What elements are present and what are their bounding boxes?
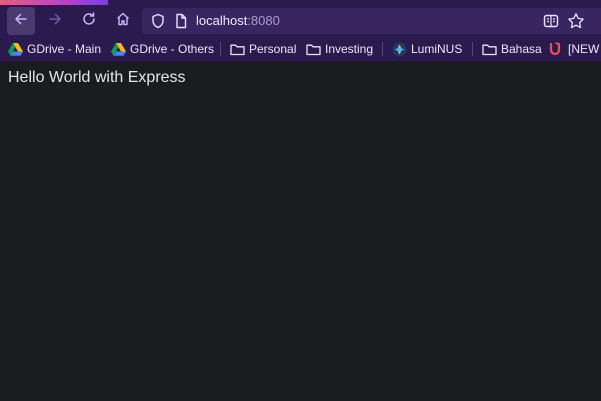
folder-icon [306, 43, 321, 56]
url-text[interactable]: localhost:8080 [196, 13, 280, 29]
forward-button[interactable] [41, 7, 69, 35]
bookmark-separator [382, 42, 383, 56]
bookmarks-bar: GDrive - Main GDrive - Others Personal I… [0, 37, 601, 62]
bookmark-folder-personal[interactable]: Personal [230, 37, 296, 61]
udemy-icon [549, 42, 564, 56]
bookmark-label: Bahasa [501, 42, 542, 56]
star-icon[interactable] [567, 12, 585, 35]
bookmark-label: Investing [325, 42, 374, 56]
bookmark-udemy[interactable]: [NEW [549, 37, 599, 61]
bookmark-separator [220, 42, 221, 56]
bookmark-folder-bahasa[interactable]: Bahasa [482, 37, 542, 61]
bookmark-folder-investing[interactable]: Investing [306, 37, 373, 61]
bookmark-label: LumiNUS [411, 42, 463, 56]
bookmark-separator [472, 42, 473, 56]
google-drive-icon [111, 42, 126, 56]
arrow-right-icon [47, 11, 63, 32]
reload-button[interactable] [75, 7, 103, 35]
home-button[interactable] [109, 7, 137, 35]
navigation-toolbar: localhost:8080 [0, 5, 601, 37]
bookmark-label: Personal [249, 42, 297, 56]
bookmark-label: GDrive - Main [27, 42, 102, 56]
home-icon [115, 11, 131, 32]
page-body-text: Hello World with Express [8, 69, 186, 86]
luminus-icon [392, 42, 407, 57]
folder-icon [482, 43, 497, 56]
google-drive-icon [8, 42, 23, 56]
address-bar[interactable]: localhost:8080 [142, 8, 601, 34]
bookmark-gdrive-others[interactable]: GDrive - Others [111, 37, 214, 61]
page-content: Hello World with Express [0, 62, 601, 401]
shield-icon[interactable] [150, 13, 166, 34]
arrow-left-icon [13, 11, 29, 32]
bookmark-luminus[interactable]: LumiNUS [392, 37, 462, 61]
bookmark-label: GDrive - Others [130, 42, 215, 56]
url-port: :8080 [247, 13, 280, 28]
back-button[interactable] [7, 7, 35, 35]
reader-view-icon[interactable] [543, 13, 559, 34]
bookmark-label: [NEW [568, 42, 600, 56]
bookmark-gdrive-main[interactable]: GDrive - Main [8, 37, 101, 61]
page-icon[interactable] [173, 13, 189, 34]
reload-icon [81, 11, 97, 32]
folder-icon [230, 43, 245, 56]
browser-window: localhost:8080 GDrive - Main GDrive - Ot… [0, 0, 601, 401]
url-host: localhost [196, 13, 248, 28]
